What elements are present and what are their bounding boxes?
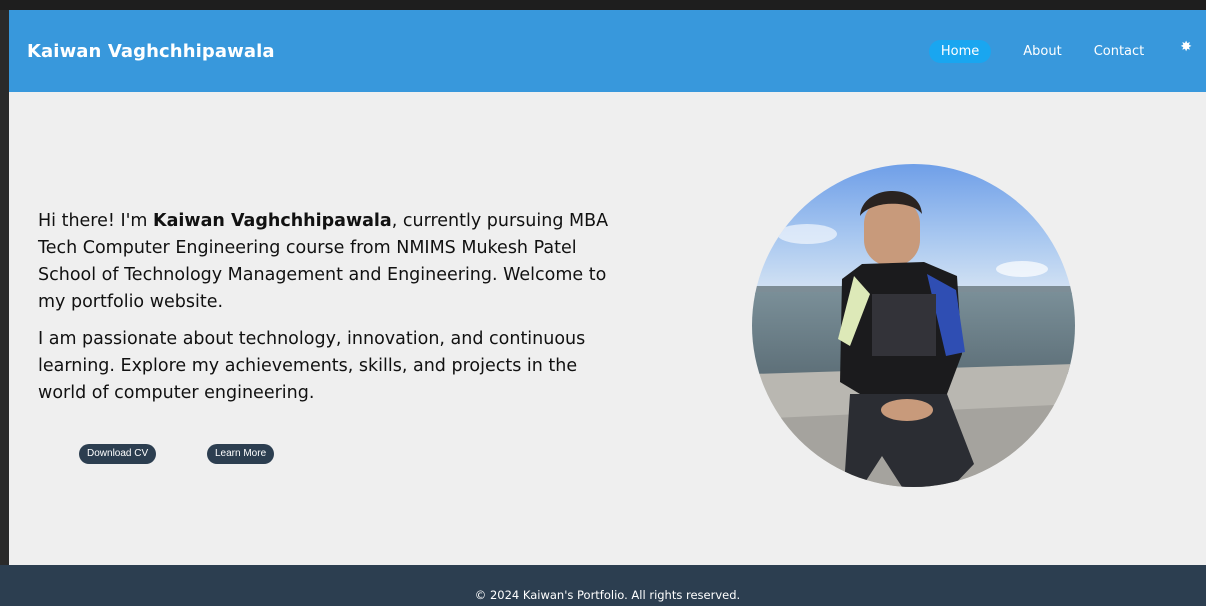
main-nav: Home About Contact ✸: [928, 39, 1192, 63]
intro-text: Hi there! I'm Kaiwan Vaghchhipawala, cur…: [38, 208, 618, 417]
nav-home-link[interactable]: Home: [928, 39, 992, 63]
browser-frame: Kaiwan Vaghchhipawala Home About Contact…: [0, 0, 1206, 606]
site-title: Kaiwan Vaghchhipawala: [27, 40, 275, 62]
passion-paragraph: I am passionate about technology, innova…: [38, 329, 586, 403]
profile-photo: [752, 164, 1075, 487]
window-top-edge: [0, 0, 1206, 10]
intro-name: Kaiwan Vaghchhipawala: [153, 211, 392, 231]
profile-photo-image: [752, 164, 1075, 487]
site-footer: © 2024 Kaiwan's Portfolio. All rights re…: [9, 565, 1206, 606]
intro-greeting: Hi there! I'm: [38, 211, 154, 231]
sun-icon[interactable]: ✸: [1180, 39, 1192, 55]
nav-about-link[interactable]: About: [1023, 44, 1061, 59]
window-left-edge: [0, 10, 9, 565]
footer-copyright: © 2024 Kaiwan's Portfolio. All rights re…: [474, 588, 741, 602]
site-header: Kaiwan Vaghchhipawala Home About Contact…: [9, 10, 1206, 92]
learn-more-button[interactable]: Learn More: [207, 444, 275, 464]
hero-section: Hi there! I'm Kaiwan Vaghchhipawala, cur…: [9, 92, 1206, 565]
intro-paragraph: Hi there! I'm Kaiwan Vaghchhipawala, cur…: [38, 208, 618, 316]
download-cv-button[interactable]: Download CV: [79, 444, 157, 464]
nav-contact-link[interactable]: Contact: [1094, 44, 1145, 59]
